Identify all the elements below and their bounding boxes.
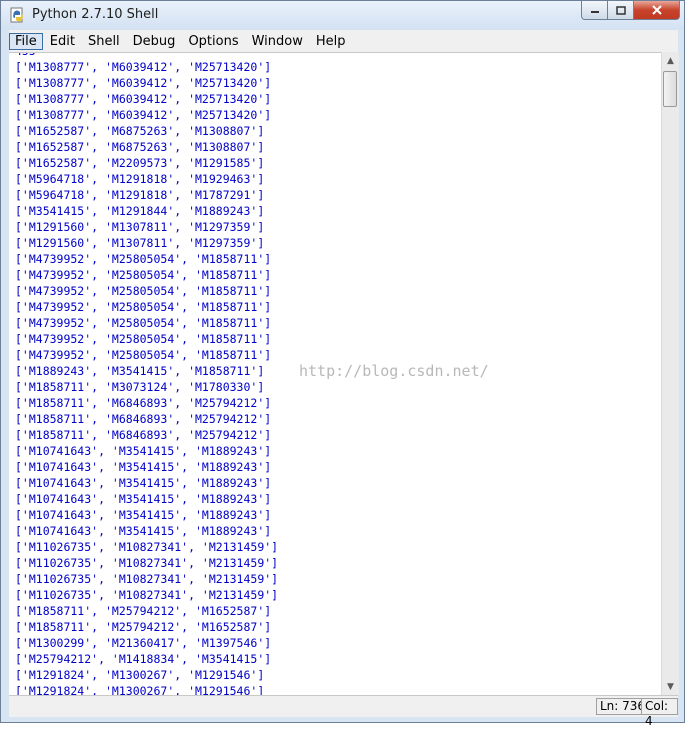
output-line: ['M4739952', 'M25805054', 'M1858711']: [15, 284, 272, 298]
output-line: ['M10741643', 'M3541415', 'M1889243']: [15, 476, 272, 490]
output-line: ['M1308777', 'M6039412', 'M25713420']: [15, 76, 272, 90]
scrollbar-thumb[interactable]: [663, 71, 677, 107]
close-button[interactable]: [634, 1, 680, 20]
output-line: ['M1291560', 'M1307811', 'M1297359']: [15, 236, 265, 250]
output-line: ['M1889243', 'M3541415', 'M1858711']: [15, 364, 265, 378]
window-controls: [581, 1, 680, 20]
menu-bar: File Edit Shell Debug Options Window Hel…: [9, 30, 678, 52]
menu-window[interactable]: Window: [246, 33, 309, 50]
output-line: ['M4739952', 'M25805054', 'M1858711']: [15, 268, 272, 282]
title-bar[interactable]: Python 2.7.10 Shell: [1, 1, 684, 30]
output-line: ['M10741643', 'M3541415', 'M1889243']: [15, 492, 272, 506]
scroll-up-arrow-icon[interactable]: ▲: [662, 52, 679, 69]
scroll-down-arrow-icon[interactable]: ▼: [662, 678, 679, 695]
output-line: ['M1652587', 'M2209573', 'M1291585']: [15, 156, 265, 170]
output-line: ['M11026735', 'M10827341', 'M2131459']: [15, 572, 279, 586]
watermark-text: http://blog.csdn.net/: [299, 362, 489, 380]
output-line: ['M1858711', 'M25794212', 'M1652587']: [15, 604, 272, 618]
output-line: ['M4739952', 'M25805054', 'M1858711']: [15, 348, 272, 362]
vertical-scrollbar[interactable]: ▲ ▼: [661, 52, 679, 695]
output-line: ['M1308777', 'M6039412', 'M25713420']: [15, 92, 272, 106]
maximize-icon: [615, 5, 626, 15]
maximize-button[interactable]: [608, 1, 634, 20]
output-line: ['M1308777', 'M6039412', 'M25713420']: [15, 108, 272, 122]
menu-edit[interactable]: Edit: [44, 33, 81, 50]
output-line: ['M4739952', 'M25805054', 'M1858711']: [15, 252, 272, 266]
output-line: ['M1858711', 'M3073124', 'M1780330']: [15, 380, 265, 394]
close-icon: [651, 5, 662, 15]
output-line: ['M4739952', 'M25805054', 'M1858711']: [15, 332, 272, 346]
column-number-status: Col: 4: [641, 698, 678, 728]
output-line: ['M3541415', 'M1291844', 'M1889243']: [15, 204, 265, 218]
menu-file[interactable]: File: [9, 32, 43, 50]
output-line: ['M1652587', 'M6875263', 'M1308807']: [15, 140, 265, 154]
menu-options[interactable]: Options: [182, 33, 244, 50]
output-line: ['M10741643', 'M3541415', 'M1889243']: [15, 524, 272, 538]
output-line: ['M10741643', 'M3541415', 'M1889243']: [15, 508, 272, 522]
output-line: ['M10741643', 'M3541415', 'M1889243']: [15, 444, 272, 458]
output-line: ['M5964718', 'M1291818', 'M1787291']: [15, 188, 265, 202]
output-line: ['M1652587', 'M6875263', 'M1308807']: [15, 124, 265, 138]
output-line: ['M1858711', 'M6846893', 'M25794212']: [15, 396, 272, 410]
menu-shell[interactable]: Shell: [82, 33, 126, 50]
output-line: ['M11026735', 'M10827341', 'M2131459']: [15, 540, 279, 554]
idle-shell-window: Python 2.7.10 Shell File Edit Shell Debu…: [0, 0, 685, 728]
output-line: ['M5964718', 'M1291818', 'M1929463']: [15, 172, 265, 186]
minimize-icon: [590, 11, 599, 13]
output-line: ['M25794212', 'M1418834', 'M3541415']: [15, 652, 272, 666]
output-line: ['M1858711', 'M25794212', 'M1652587']: [15, 620, 272, 634]
output-line: ['M1308777', 'M6039412', 'M25713420']: [15, 60, 272, 74]
output-line: ['M1300299', 'M21360417', 'M1397546']: [15, 636, 272, 650]
status-bar: Ln: 736 Col: 4: [9, 695, 678, 728]
partial-output-line: 455: [15, 53, 36, 59]
menu-debug[interactable]: Debug: [127, 33, 182, 50]
output-line: ['M11026735', 'M10827341', 'M2131459']: [15, 556, 279, 570]
output-line: ['M4739952', 'M25805054', 'M1858711']: [15, 300, 272, 314]
output-line: ['M11026735', 'M10827341', 'M2131459']: [15, 588, 279, 602]
output-line: ['M1291560', 'M1307811', 'M1297359']: [15, 220, 265, 234]
menu-help[interactable]: Help: [310, 33, 352, 50]
output-line: ['M4739952', 'M25805054', 'M1858711']: [15, 316, 272, 330]
output-line: ['M1291824', 'M1300267', 'M1291546']: [15, 668, 265, 682]
shell-output-area[interactable]: 455 ['M1308777', 'M6039412', 'M25713420'…: [9, 52, 661, 696]
python-app-icon: [10, 7, 23, 23]
window-title: Python 2.7.10 Shell: [32, 7, 159, 22]
output-line: ['M1858711', 'M6846893', 'M25794212']: [15, 412, 272, 426]
output-line: ['M1858711', 'M6846893', 'M25794212']: [15, 428, 272, 442]
minimize-button[interactable]: [581, 1, 608, 20]
output-line: ['M10741643', 'M3541415', 'M1889243']: [15, 460, 272, 474]
